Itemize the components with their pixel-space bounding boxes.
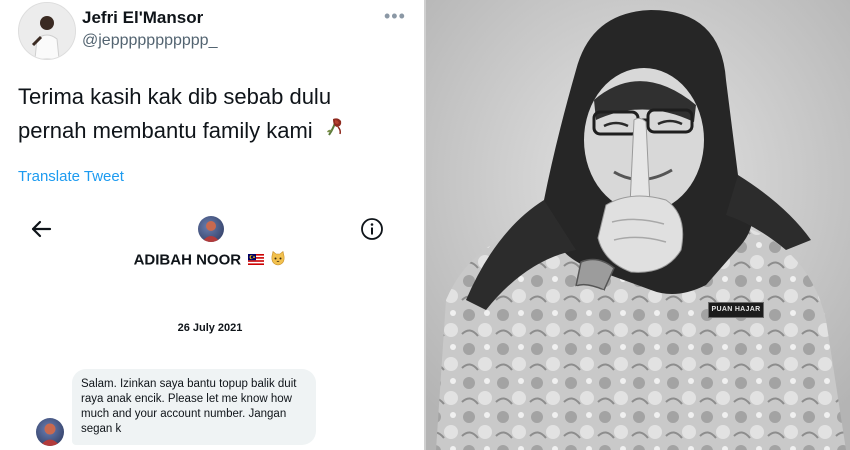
cat-face-icon xyxy=(270,250,286,270)
tweet-body: Terima kasih kak dib sebab dulu pernah m… xyxy=(18,84,332,143)
back-arrow-icon[interactable] xyxy=(28,216,54,242)
more-horizontal-icon[interactable]: ••• xyxy=(384,6,406,27)
tweet-text: Terima kasih kak dib sebab dulu pernah m… xyxy=(18,80,398,149)
nameplate: PUAN HAJAR xyxy=(708,302,764,318)
contact-name: ADIBAH NOOR xyxy=(133,251,242,269)
portrait-image xyxy=(426,0,850,450)
author-avatar[interactable] xyxy=(18,2,76,60)
contact-avatar[interactable] xyxy=(198,216,224,242)
tweet-panel: Jefri El'Mansor @jeppppppppppp_ ••• Teri… xyxy=(0,0,420,450)
contact-name-row: ADIBAH NOOR xyxy=(0,250,420,270)
wilted-rose-icon xyxy=(323,115,347,149)
portrait-photo: PUAN HAJAR xyxy=(426,0,850,450)
translate-tweet-link[interactable]: Translate Tweet xyxy=(18,168,124,185)
malaysia-flag-icon xyxy=(248,252,265,269)
person-icon xyxy=(19,3,75,59)
info-icon[interactable] xyxy=(360,217,384,241)
sender-avatar[interactable] xyxy=(36,418,64,446)
author-handle[interactable]: @jeppppppppppp_ xyxy=(82,32,217,50)
message-date: 26 July 2021 xyxy=(177,322,243,334)
message-bubble[interactable]: Salam. Izinkan saya bantu topup balik du… xyxy=(72,369,316,445)
author-name[interactable]: Jefri El'Mansor xyxy=(82,8,203,28)
